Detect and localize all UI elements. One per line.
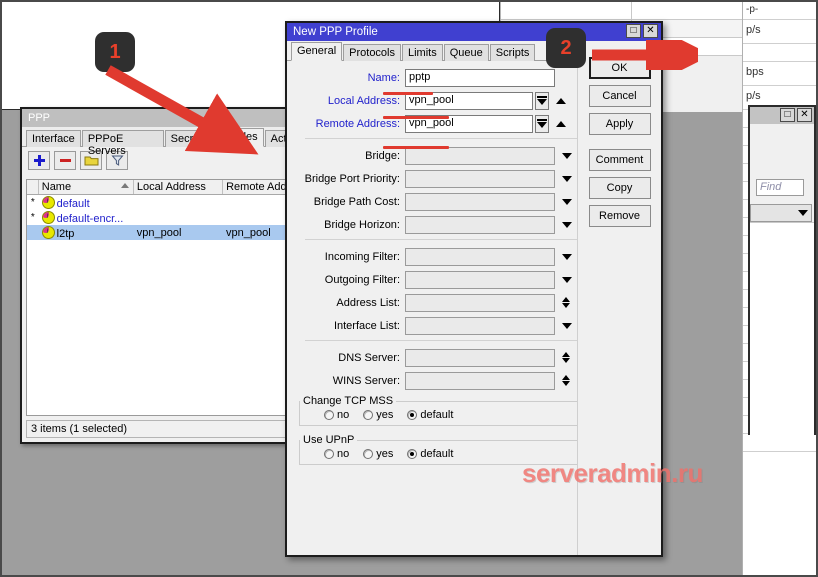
screenshot-frame bbox=[0, 0, 818, 577]
